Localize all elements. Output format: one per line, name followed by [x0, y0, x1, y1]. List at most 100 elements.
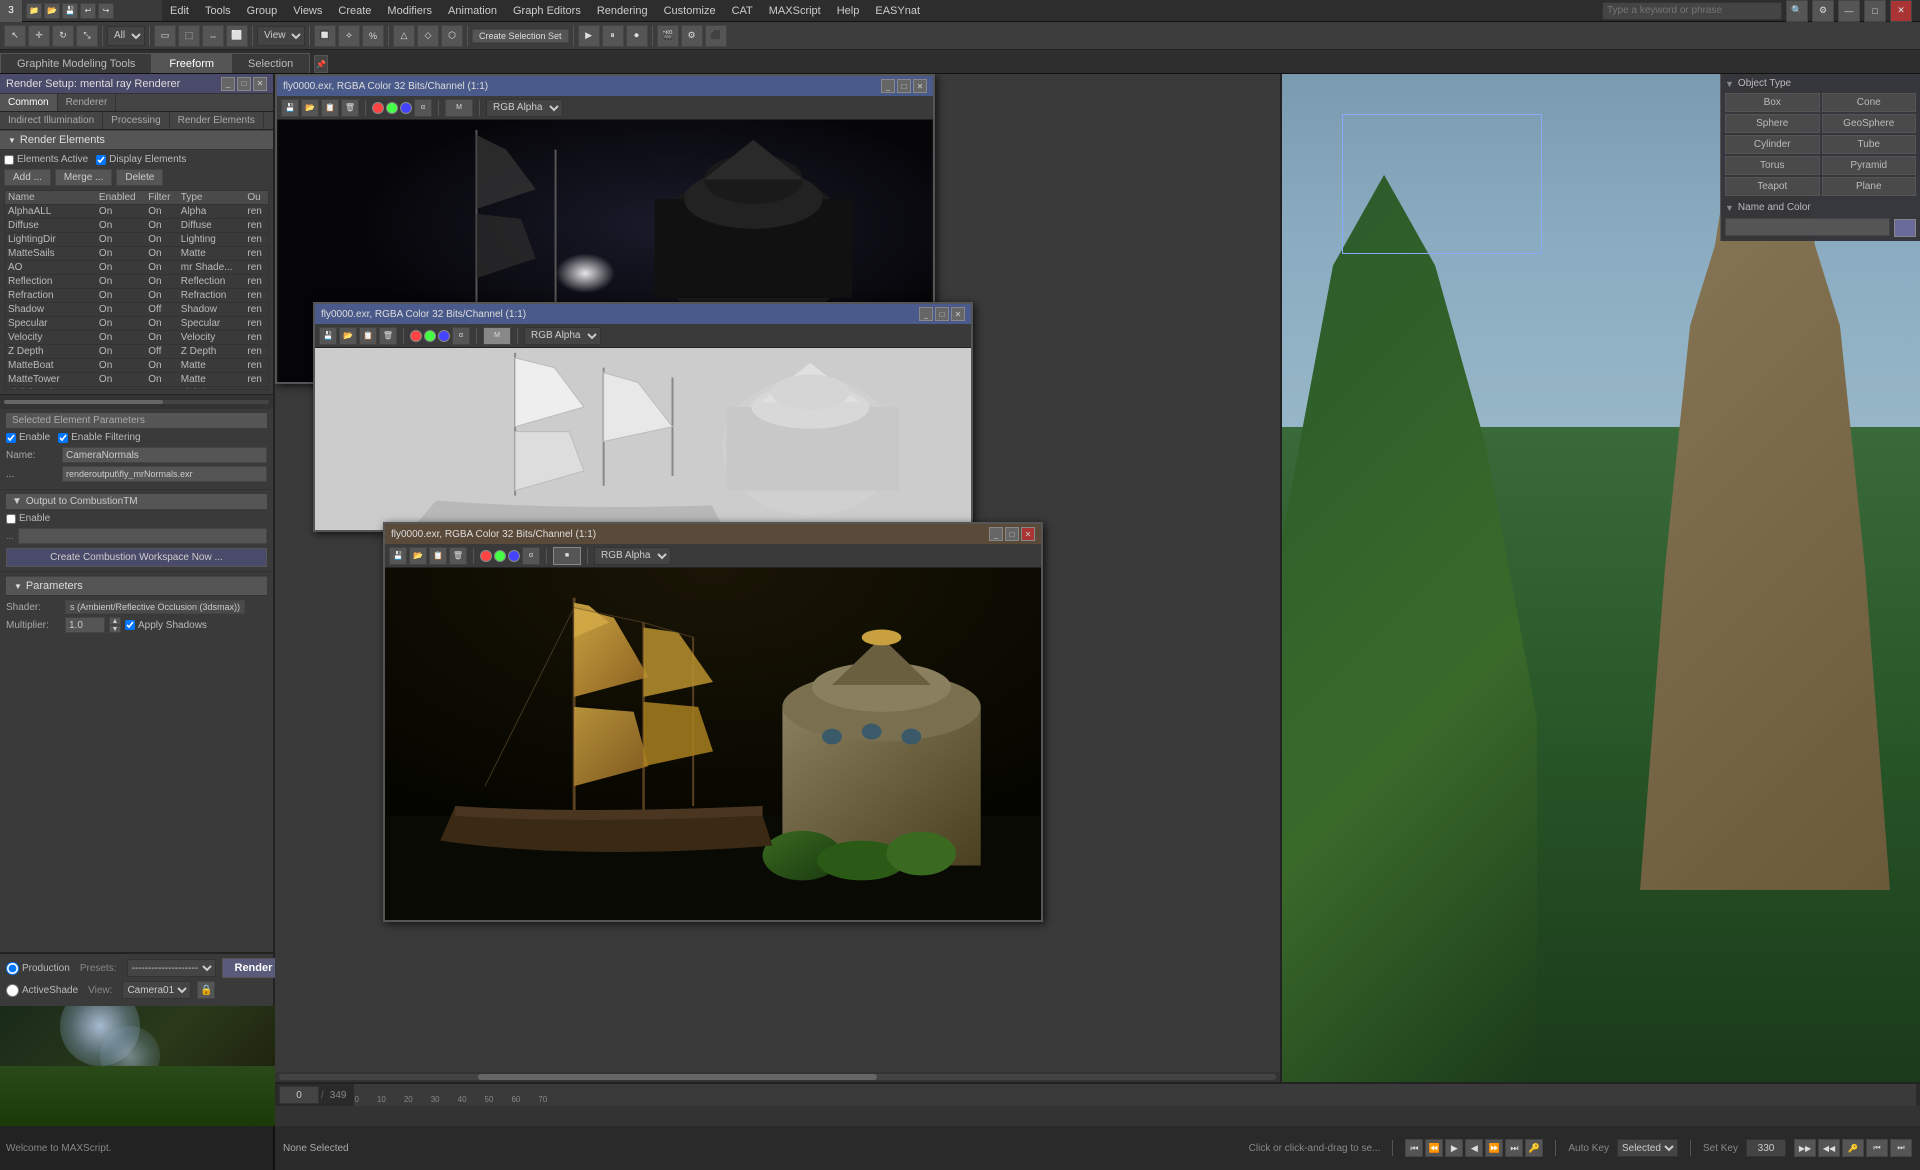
ot-teapot[interactable]: Teapot: [1725, 177, 1820, 196]
table-row[interactable]: Diffuse On On Diffuse ren: [5, 219, 268, 233]
ngon-btn[interactable]: ⬡: [441, 25, 463, 47]
menu-group[interactable]: Group: [239, 0, 286, 21]
toolbar-save[interactable]: 💾: [62, 3, 78, 19]
activeshade-radio[interactable]: [6, 984, 19, 997]
add-element-btn[interactable]: Add ...: [4, 169, 51, 186]
rw2-title-bar[interactable]: fly0000.exr, RGBA Color 32 Bits/Channel …: [315, 304, 971, 324]
rw2-minimize[interactable]: _: [919, 307, 933, 321]
multiplier-input[interactable]: [65, 617, 105, 633]
tab-graphite[interactable]: Graphite Modeling Tools: [0, 53, 152, 73]
key-next-btn[interactable]: ⏭: [1890, 1139, 1912, 1157]
rw1-blue-channel[interactable]: [400, 102, 412, 114]
ribbon-pin-btn[interactable]: 📌: [314, 55, 328, 73]
ot-plane[interactable]: Plane: [1822, 177, 1917, 196]
rw3-open[interactable]: 📂: [409, 547, 427, 565]
rw2-red-channel[interactable]: [410, 330, 422, 342]
element-name-input[interactable]: [62, 447, 267, 463]
rw3-red-channel[interactable]: [480, 550, 492, 562]
rw3-show-alpha[interactable]: α: [522, 547, 540, 565]
rw3-blue-channel[interactable]: [508, 550, 520, 562]
combustion-enable-label[interactable]: Enable: [6, 513, 267, 524]
view-select[interactable]: View: [257, 26, 305, 46]
combustion-path-input[interactable]: [18, 528, 267, 544]
tab-render-elements[interactable]: Render Elements: [170, 112, 264, 129]
enable-filtering-checkbox-label[interactable]: Enable Filtering: [58, 432, 140, 443]
play-reverse-btn[interactable]: ◀: [1465, 1139, 1483, 1157]
rw2-delete[interactable]: 🗑: [379, 327, 397, 345]
tab-indirect[interactable]: Indirect Illumination: [0, 112, 103, 129]
material-editor-btn[interactable]: ⬛: [705, 25, 727, 47]
render-setup-close[interactable]: ✕: [253, 77, 267, 91]
rw1-channel-select[interactable]: RGB Alpha: [486, 99, 563, 117]
display-elements-checkbox[interactable]: [96, 155, 106, 165]
elements-table-scroll[interactable]: Name Enabled Filter Type Ou AlphaALL O: [4, 190, 269, 390]
rw3-green-channel[interactable]: [494, 550, 506, 562]
settings-btn[interactable]: ⚙: [1812, 0, 1834, 22]
key-prev-btn[interactable]: ⏮: [1866, 1139, 1888, 1157]
menu-cat[interactable]: CAT: [724, 0, 761, 21]
view-camera-select[interactable]: Camera01: [122, 981, 191, 999]
maximize-btn[interactable]: □: [1864, 0, 1886, 22]
render-setup-maximize[interactable]: □: [237, 77, 251, 91]
rw2-mono[interactable]: M: [483, 327, 511, 345]
rw1-show-alpha[interactable]: α: [414, 99, 432, 117]
rw3-mono[interactable]: ■: [553, 547, 581, 565]
menu-modifiers[interactable]: Modifiers: [379, 0, 440, 21]
menu-edit[interactable]: Edit: [162, 0, 197, 21]
key-mode-toggle[interactable]: 🔑: [1842, 1139, 1864, 1157]
rw1-maximize[interactable]: □: [897, 79, 911, 93]
production-radio[interactable]: [6, 962, 19, 975]
menu-easynat[interactable]: EASYnat: [867, 0, 928, 21]
search-btn[interactable]: 🔍: [1786, 0, 1808, 22]
next-frame-btn[interactable]: ⏩: [1485, 1139, 1503, 1157]
rw3-save[interactable]: 💾: [389, 547, 407, 565]
record-btn[interactable]: ⏺: [626, 25, 648, 47]
delete-element-btn[interactable]: Delete: [116, 169, 163, 186]
rw1-red-channel[interactable]: [372, 102, 384, 114]
rotate-btn[interactable]: ↻: [52, 25, 74, 47]
table-row[interactable]: Reflection On On Reflection ren: [5, 275, 268, 289]
table-row[interactable]: MatteSails On On Matte ren: [5, 247, 268, 261]
enable-param-checkbox-label[interactable]: Enable: [6, 432, 50, 443]
menu-animation[interactable]: Animation: [440, 0, 505, 21]
camera-lock-btn[interactable]: 🔒: [197, 981, 215, 999]
snap-3d-btn[interactable]: 🔲: [314, 25, 336, 47]
key-select[interactable]: Selected: [1617, 1139, 1678, 1157]
key-frame-input[interactable]: [1746, 1139, 1786, 1157]
tab-freeform[interactable]: Freeform: [152, 53, 231, 73]
presets-select[interactable]: --------------------: [127, 959, 216, 977]
elements-active-checkbox-label[interactable]: Elements Active: [4, 154, 88, 165]
current-frame-input[interactable]: [279, 1086, 319, 1104]
object-color-swatch[interactable]: [1894, 219, 1916, 237]
elements-active-checkbox[interactable]: [4, 155, 14, 165]
rw3-delete[interactable]: 🗑: [449, 547, 467, 565]
table-row[interactable]: AO On On mr Shade... ren: [5, 261, 268, 275]
element-output-input[interactable]: [62, 466, 267, 482]
apply-shadows-label[interactable]: Apply Shadows: [125, 620, 207, 631]
triangle-btn[interactable]: △: [393, 25, 415, 47]
table-row[interactable]: LightingDir On On Lighting ren: [5, 233, 268, 247]
ot-pyramid[interactable]: Pyramid: [1822, 156, 1917, 175]
scale-btn[interactable]: ⤡: [76, 25, 98, 47]
rw3-channel-select[interactable]: RGB Alpha: [594, 547, 671, 565]
rw2-open[interactable]: 📂: [339, 327, 357, 345]
create-combustion-btn[interactable]: Create Combustion Workspace Now ...: [6, 548, 267, 567]
ot-box[interactable]: Box: [1725, 93, 1820, 112]
scroll-bar[interactable]: [0, 394, 273, 408]
table-row[interactable]: Z Depth On Off Z Depth ren: [5, 345, 268, 359]
toolbar-redo[interactable]: ↪: [98, 3, 114, 19]
render-setup-btn2[interactable]: ⚙: [681, 25, 703, 47]
toolbar-undo[interactable]: ↩: [80, 3, 96, 19]
table-row[interactable]: LightingDir On On Lighting ren: [5, 387, 268, 391]
rw2-blue-channel[interactable]: [438, 330, 450, 342]
table-row[interactable]: MatteTower On On Matte ren: [5, 373, 268, 387]
ot-cylinder[interactable]: Cylinder: [1725, 135, 1820, 154]
menu-views[interactable]: Views: [285, 0, 330, 21]
key-filter-btn2[interactable]: ◀◀: [1818, 1139, 1840, 1157]
render-setup-minimize[interactable]: _: [221, 77, 235, 91]
rw2-green-channel[interactable]: [424, 330, 436, 342]
ot-tube[interactable]: Tube: [1822, 135, 1917, 154]
menu-maxscript[interactable]: MAXScript: [761, 0, 829, 21]
ot-geosphere[interactable]: GeoSphere: [1822, 114, 1917, 133]
move-btn[interactable]: ✛: [28, 25, 50, 47]
